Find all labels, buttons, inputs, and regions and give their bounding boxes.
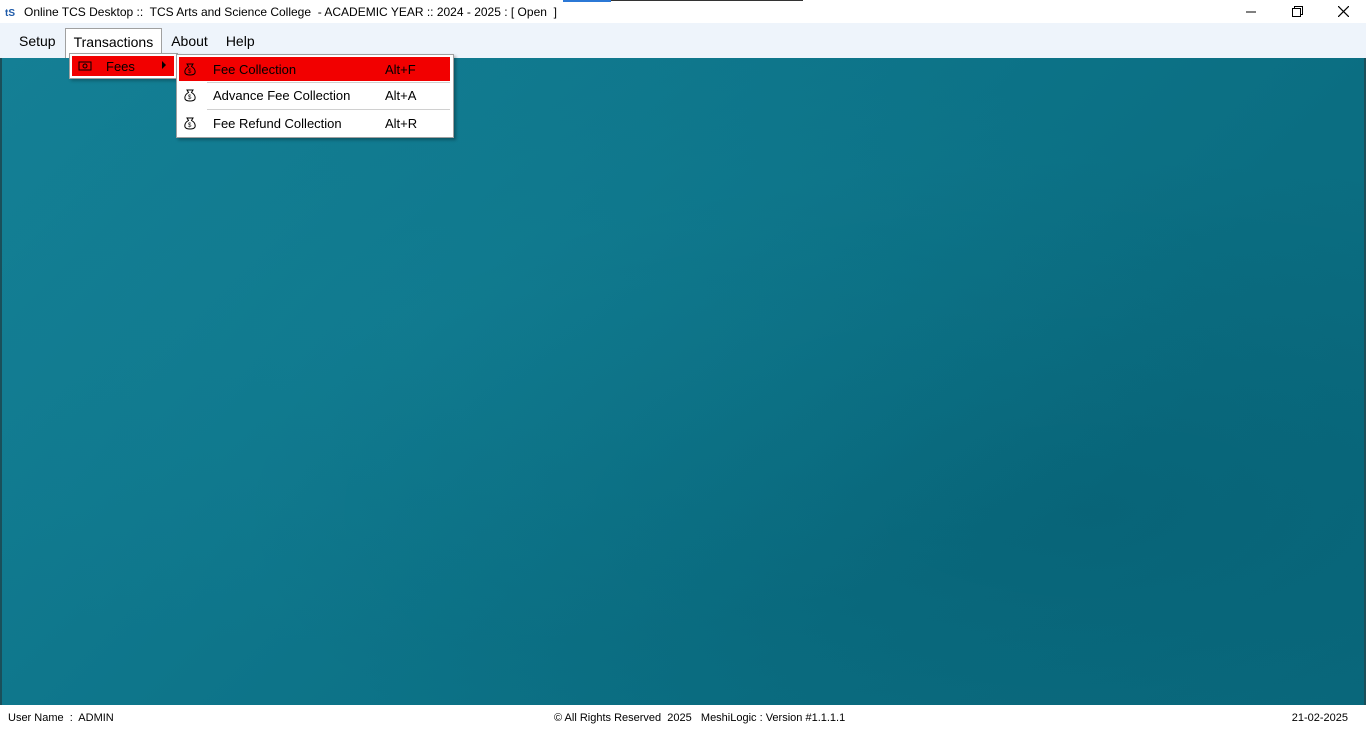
menu-help[interactable]: Help [217, 27, 264, 55]
advance-fee-collection-label: Advance Fee Collection [213, 87, 351, 103]
transactions-dropdown: Fees [69, 53, 178, 79]
menu-item-fees[interactable]: Fees [72, 56, 174, 76]
svg-text:$: $ [188, 123, 192, 129]
menu-item-fee-refund-collection[interactable]: $ Fee Refund Collection Alt+R [179, 111, 450, 135]
money-bag-icon: $ [183, 62, 197, 76]
fees-submenu: $ Fee Collection Alt+F $ Advance Fee Col… [176, 54, 454, 138]
window-title: Online TCS Desktop :: TCS Arts and Scien… [24, 4, 557, 19]
desktop-background [0, 58, 1366, 705]
menu-bar: Setup Transactions About Help [0, 23, 1366, 58]
minimize-button[interactable] [1228, 0, 1274, 23]
close-icon [1337, 6, 1349, 17]
menu-item-fees-label: Fees [106, 58, 135, 74]
status-date: 21-02-2025 [1291, 712, 1348, 724]
title-bar: tS Online TCS Desktop :: TCS Arts and Sc… [0, 0, 1366, 23]
status-bar: User Name : ADMIN © All Rights Reserved … [0, 705, 1366, 730]
minimize-icon [1246, 11, 1256, 12]
status-user: User Name : ADMIN [8, 712, 114, 724]
fee-refund-collection-label: Fee Refund Collection [213, 115, 342, 131]
fee-refund-collection-shortcut: Alt+R [385, 115, 418, 131]
menu-item-fee-collection[interactable]: $ Fee Collection Alt+F [179, 57, 450, 81]
title-bar-divider [563, 0, 803, 2]
menu-setup[interactable]: Setup [10, 27, 65, 55]
menu-item-advance-fee-collection[interactable]: $ Advance Fee Collection Alt+A [179, 83, 450, 107]
fee-collection-shortcut: Alt+F [385, 61, 416, 77]
money-bag-icon: $ [183, 116, 197, 130]
menu-separator [207, 109, 450, 110]
window-controls [1228, 0, 1366, 23]
status-copyright: © All Rights Reserved 2025 MeshiLogic : … [554, 712, 846, 724]
close-button[interactable] [1320, 0, 1366, 23]
fee-collection-label: Fee Collection [213, 61, 297, 77]
menu-about[interactable]: About [162, 27, 217, 55]
submenu-arrow-icon [162, 61, 166, 69]
svg-text:tS: tS [5, 8, 15, 18]
svg-text:$: $ [188, 69, 192, 75]
advance-fee-collection-shortcut: Alt+A [385, 87, 417, 103]
restore-button[interactable] [1274, 0, 1320, 23]
svg-text:$: $ [188, 95, 192, 101]
app-logo-icon: tS [5, 5, 19, 19]
fees-icon [78, 59, 92, 73]
restore-icon [1291, 6, 1303, 17]
money-bag-icon: $ [183, 88, 197, 102]
